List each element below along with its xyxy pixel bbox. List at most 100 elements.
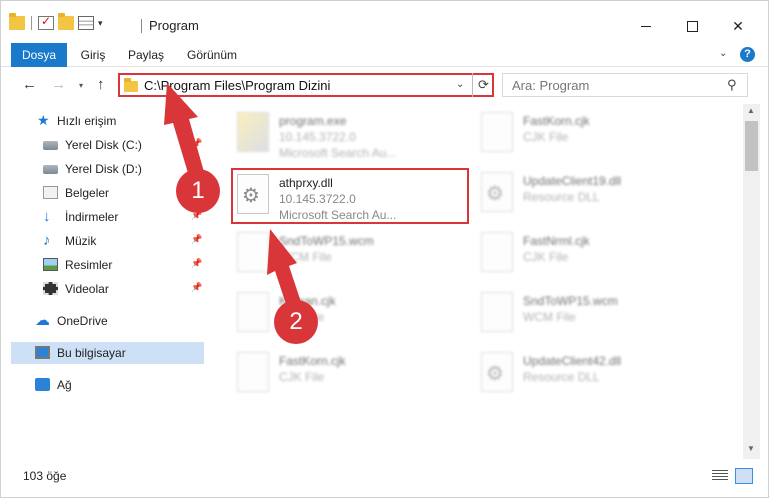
sidebar-item-label: Yerel Disk (C:): [65, 138, 142, 152]
file-item[interactable]: UpdateClient42.dll Resource DLL: [477, 348, 715, 404]
help-icon[interactable]: ?: [740, 47, 755, 62]
file-item[interactable]: UpdateClient19.dll Resource DLL: [477, 168, 715, 224]
file-name: UpdateClient19.dll: [523, 174, 622, 188]
computer-icon: [35, 346, 50, 359]
tab-view[interactable]: Görünüm: [186, 43, 238, 67]
tab-share[interactable]: Paylaş: [128, 43, 164, 67]
dll-gear-icon: [481, 172, 513, 212]
sidebar-item-this-pc[interactable]: Bu bilgisayar: [11, 342, 204, 364]
scrollbar-thumb[interactable]: [745, 121, 758, 171]
address-path[interactable]: C:\Program Files\Program Dizini: [144, 78, 330, 93]
minimize-button[interactable]: [623, 11, 669, 41]
new-folder-icon[interactable]: [58, 13, 74, 30]
item-count: 103 öğe: [23, 469, 67, 483]
search-input[interactable]: Ara: Program ⚲: [502, 73, 748, 97]
disk-icon: [43, 165, 58, 174]
dll-gear-icon: [237, 174, 269, 214]
tab-home[interactable]: Giriş: [78, 43, 108, 67]
sidebar-item-downloads[interactable]: ↓ İndirmeler 📌: [1, 206, 204, 228]
explorer-window: ▾ Program ✕ Dosya Giriş Paylaş Görünüm ⌄…: [0, 0, 769, 498]
file-type: WCM File: [523, 310, 576, 324]
file-item[interactable]: FastKorn.cjk CJK File: [477, 108, 715, 164]
file-icon: [481, 232, 513, 272]
music-icon: ♪: [43, 232, 51, 249]
sidebar-item-label: Belgeler: [65, 186, 110, 200]
download-icon: ↓: [43, 208, 51, 225]
close-button[interactable]: ✕: [715, 11, 761, 41]
up-arrow-icon[interactable]: ↑: [97, 76, 105, 93]
sidebar-item-pictures[interactable]: Resimler 📌: [1, 254, 204, 276]
pin-icon[interactable]: 📌: [191, 258, 202, 269]
title-separator: [141, 19, 142, 33]
address-dropdown-icon[interactable]: ⌄: [456, 79, 464, 90]
sidebar-item-label: Ağ: [57, 378, 72, 392]
sidebar-item-label: Müzik: [65, 234, 97, 248]
sidebar-item-videos[interactable]: Videolar 📌: [1, 278, 204, 300]
back-arrow-icon[interactable]: ←: [22, 76, 37, 93]
vertical-scrollbar[interactable]: ▲ ▼: [743, 104, 760, 459]
file-version: 10.145.3722.0: [279, 192, 356, 206]
qat-dropdown-icon[interactable]: ▾: [98, 18, 103, 29]
sidebar-item-label: Bu bilgisayar: [57, 346, 126, 360]
address-folder-icon: [124, 78, 138, 92]
file-type: WCM File: [279, 250, 332, 264]
exe-icon: [237, 112, 269, 152]
sidebar-item-disk-c[interactable]: Yerel Disk (C:) 📌: [1, 134, 204, 156]
navigation-bar: ← → ▾ ↑ C:\Program Files\Program Dizini …: [1, 68, 768, 102]
file-list: program.exe 10.145.3722.0 Microsoft Sear…: [209, 104, 741, 459]
pin-icon[interactable]: 📌: [191, 138, 202, 149]
file-type: CJK File: [279, 370, 325, 384]
sidebar-item-disk-d[interactable]: Yerel Disk (D:) 📌: [1, 158, 204, 180]
sidebar-item-label: İndirmeler: [65, 210, 119, 224]
file-icon: [237, 232, 269, 272]
file-name: athprxy.dll: [279, 176, 333, 190]
file-icon: [237, 292, 269, 332]
network-icon: [35, 378, 50, 391]
file-item[interactable]: Korean.cjk CJK File: [233, 288, 471, 344]
recent-locations-icon[interactable]: ▾: [79, 81, 83, 90]
sidebar-item-quick-access[interactable]: ★ Hızlı erişim: [1, 110, 204, 132]
file-description: Microsoft Search Au...: [279, 146, 397, 160]
title-bar: ▾ Program ✕: [1, 1, 768, 43]
search-placeholder: Ara: Program: [512, 78, 590, 93]
file-item[interactable]: SndToWP15.wcm WCM File: [233, 228, 471, 284]
step-2-badge: 2: [274, 300, 318, 344]
forward-arrow-icon[interactable]: →: [51, 76, 66, 93]
file-item[interactable]: SndToWP15.wcm WCM File: [477, 288, 715, 344]
sidebar-item-onedrive[interactable]: ☁ OneDrive: [1, 310, 204, 332]
sidebar-item-label: Yerel Disk (D:): [65, 162, 142, 176]
file-type: Resource DLL: [523, 370, 600, 384]
refresh-icon[interactable]: ⟳: [472, 73, 494, 97]
sidebar-item-documents[interactable]: Belgeler 📌: [1, 182, 204, 204]
details-view-icon[interactable]: [712, 470, 728, 482]
tiles-view-icon[interactable]: [735, 468, 753, 484]
file-item-athprxy-dll[interactable]: athprxy.dll 10.145.3722.0 Microsoft Sear…: [231, 168, 469, 224]
folder-icon: [9, 13, 25, 30]
properties-icon[interactable]: [78, 16, 94, 30]
navigation-pane: ★ Hızlı erişim Yerel Disk (C:) 📌 Yerel D…: [1, 106, 206, 462]
file-type: CJK File: [523, 250, 569, 264]
star-icon: ★: [37, 112, 50, 128]
file-name: UpdateClient42.dll: [523, 354, 622, 368]
search-icon[interactable]: ⚲: [727, 77, 737, 93]
properties-check-icon[interactable]: [38, 14, 54, 30]
scroll-up-icon[interactable]: ▲: [747, 106, 755, 115]
file-icon: [481, 112, 513, 152]
status-bar: 103 öğe: [1, 463, 768, 487]
pin-icon[interactable]: 📌: [191, 282, 202, 293]
file-name: SndToWP15.wcm: [279, 234, 374, 248]
file-item[interactable]: program.exe 10.145.3722.0 Microsoft Sear…: [233, 108, 471, 164]
maximize-button[interactable]: [669, 11, 715, 41]
sidebar-item-music[interactable]: ♪ Müzik 📌: [1, 230, 204, 252]
address-bar[interactable]: C:\Program Files\Program Dizini ⌄ ⟳: [118, 73, 494, 97]
ribbon-expand-icon[interactable]: ⌄: [719, 48, 727, 59]
file-name: FastNrml.cjk: [523, 234, 590, 248]
scroll-down-icon[interactable]: ▼: [747, 444, 755, 453]
file-item[interactable]: FastNrml.cjk CJK File: [477, 228, 715, 284]
file-name: FastKorn.cjk: [523, 114, 590, 128]
file-icon: [481, 292, 513, 332]
file-item[interactable]: FastKorn.cjk CJK File: [233, 348, 471, 404]
pin-icon[interactable]: 📌: [191, 234, 202, 245]
tab-file[interactable]: Dosya: [11, 43, 67, 67]
sidebar-item-network[interactable]: Ağ: [1, 374, 204, 396]
